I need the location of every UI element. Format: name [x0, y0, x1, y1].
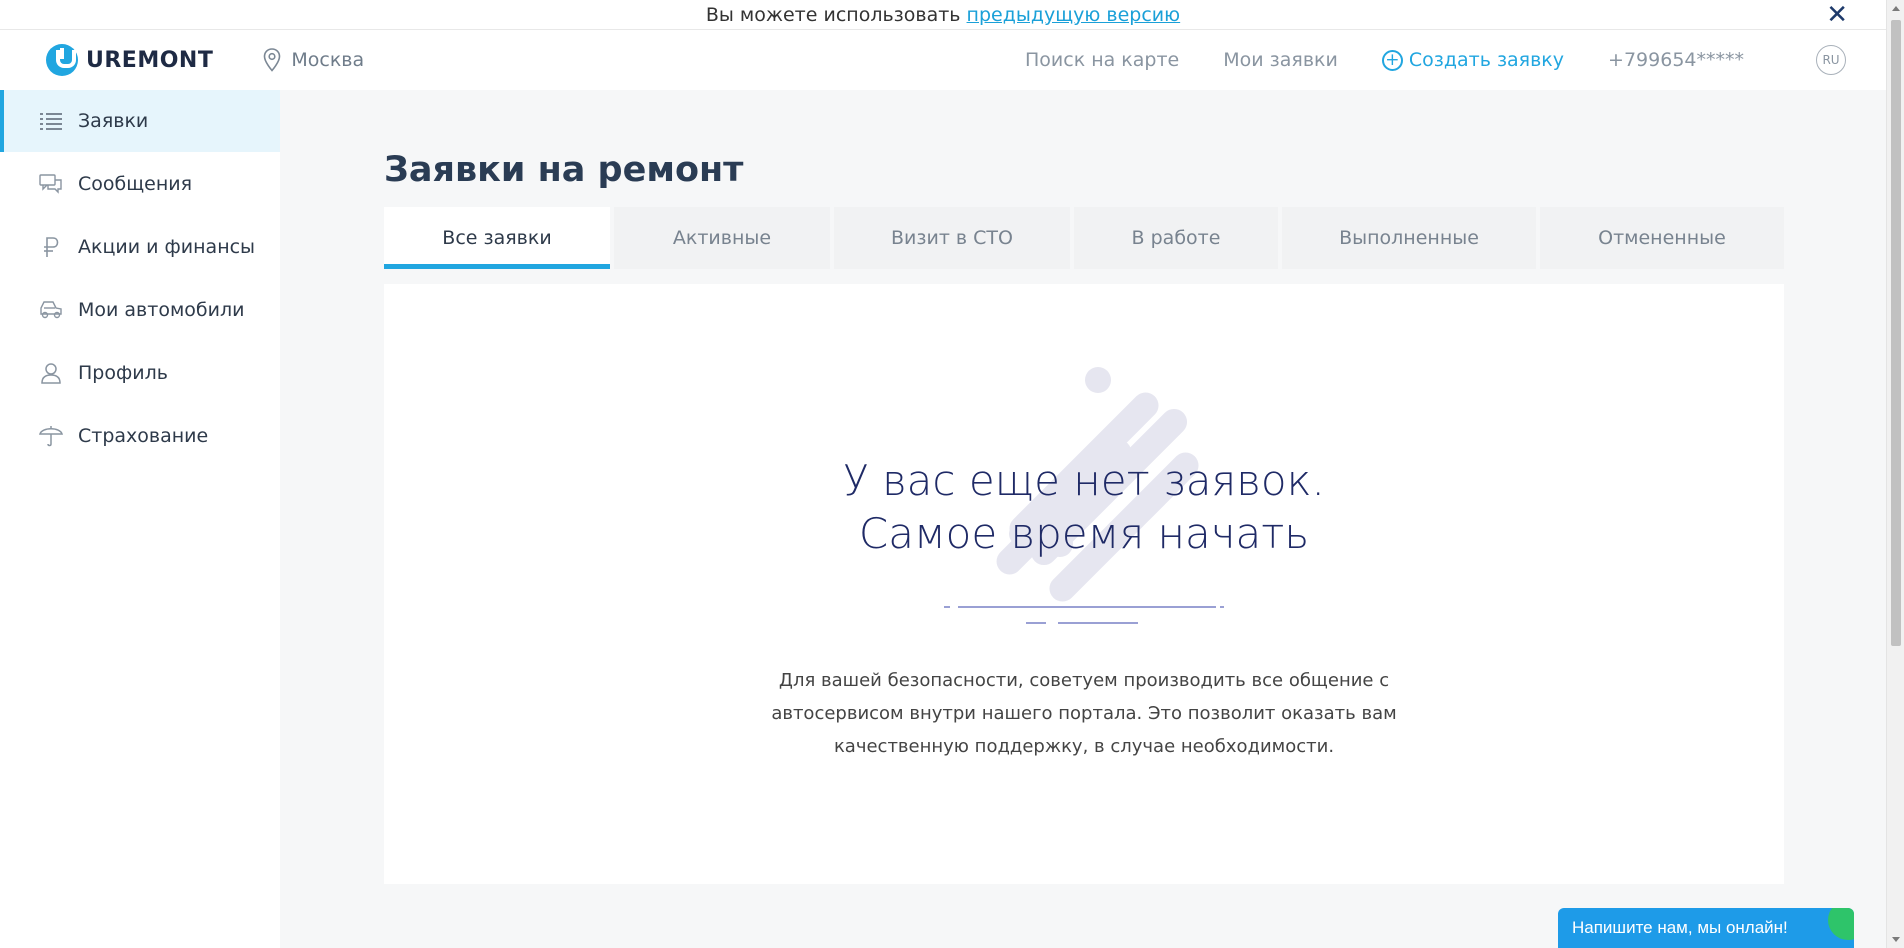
- empty-heading-line-1: У вас еще нет заявок.: [843, 456, 1325, 505]
- city-name: Москва: [291, 49, 365, 71]
- tab-label: Визит в СТО: [890, 227, 1013, 249]
- tab-label: Все заявки: [442, 227, 552, 249]
- logo-mark-icon: [46, 44, 78, 76]
- tab-completed[interactable]: Выполненные: [1282, 207, 1536, 269]
- empty-state-heading: У вас еще нет заявок. Самое время начать: [384, 454, 1784, 560]
- sidebar-item-my-cars[interactable]: Мои автомобили: [0, 279, 280, 341]
- tab-cancelled[interactable]: Отмененные: [1540, 207, 1784, 269]
- create-request-button[interactable]: + Создать заявку: [1381, 49, 1565, 71]
- security-note-line-3: качественную поддержку, в случае необход…: [833, 736, 1335, 757]
- sidebar-item-label: Мои автомобили: [78, 299, 245, 321]
- tab-label: Отмененные: [1598, 227, 1726, 249]
- plus-circle-icon: +: [1381, 49, 1403, 71]
- tab-label: Выполненные: [1339, 227, 1479, 249]
- user-icon: [38, 360, 64, 386]
- chat-label: Напишите нам, мы онлайн!: [1572, 918, 1788, 937]
- sidebar: Заявки Сообщения Акции и финансы Мои авт…: [0, 90, 280, 948]
- previous-version-link[interactable]: предыдущую версию: [967, 4, 1181, 26]
- request-status-tabs: Все заявки Активные Визит в СТО В работе…: [384, 207, 1784, 269]
- sidebar-item-label: Страхование: [78, 425, 209, 447]
- sidebar-item-requests[interactable]: Заявки: [0, 90, 280, 152]
- create-request-label: Создать заявку: [1408, 49, 1565, 71]
- security-note-line-2: автосервисом внутри нашего портала. Это …: [771, 703, 1397, 724]
- online-indicator-icon: [1828, 908, 1854, 940]
- notice-text: Вы можете использовать: [705, 4, 967, 26]
- tab-service-visit[interactable]: Визит в СТО: [834, 207, 1070, 269]
- live-chat-button[interactable]: Напишите нам, мы онлайн!: [1558, 908, 1854, 948]
- header: UREMONT Москва Поиск на карте Мои заявки…: [0, 30, 1886, 90]
- sidebar-item-label: Акции и финансы: [78, 236, 256, 258]
- scroll-up-arrow-icon[interactable]: [1892, 6, 1900, 11]
- tab-label: В работе: [1131, 227, 1221, 249]
- tab-in-progress[interactable]: В работе: [1074, 207, 1278, 269]
- close-icon[interactable]: ✕: [1826, 0, 1848, 30]
- sidebar-item-label: Заявки: [78, 110, 149, 132]
- top-nav: Поиск на карте Мои заявки + Создать заяв…: [981, 45, 1846, 75]
- sidebar-item-label: Профиль: [78, 362, 168, 384]
- language-switcher[interactable]: RU: [1816, 45, 1846, 75]
- security-note: Для вашей безопасности, советуем произво…: [384, 664, 1784, 763]
- sidebar-item-insurance[interactable]: Страхование: [0, 405, 280, 467]
- sidebar-item-profile[interactable]: Профиль: [0, 342, 280, 404]
- empty-state-panel: У вас еще нет заявок. Самое время начать…: [384, 284, 1784, 884]
- ruble-icon: [38, 234, 64, 260]
- location-pin-icon: [264, 48, 281, 72]
- list-icon: [38, 108, 64, 134]
- logo-text: UREMONT: [86, 47, 214, 73]
- tab-active[interactable]: Активные: [614, 207, 830, 269]
- page-scrollbar[interactable]: [1886, 0, 1904, 948]
- map-search-link[interactable]: Поиск на карте: [1025, 49, 1179, 71]
- sidebar-item-promos-finance[interactable]: Акции и финансы: [0, 216, 280, 278]
- page-title: Заявки на ремонт: [384, 150, 744, 190]
- city-selector[interactable]: Москва: [263, 48, 364, 72]
- sidebar-item-messages[interactable]: Сообщения: [0, 153, 280, 215]
- chat-bubbles-icon: [38, 171, 64, 197]
- security-note-line-1: Для вашей безопасности, советуем произво…: [778, 670, 1390, 691]
- version-notice-banner: Вы можете использовать предыдущую версию…: [0, 0, 1886, 30]
- decorative-underline: [944, 606, 1224, 624]
- sidebar-item-label: Сообщения: [78, 173, 193, 195]
- phone-number[interactable]: +799654*****: [1608, 49, 1744, 71]
- car-icon: [38, 297, 64, 323]
- scroll-down-arrow-icon[interactable]: [1892, 937, 1900, 942]
- empty-heading-line-2: Самое время начать: [858, 509, 1310, 558]
- umbrella-icon: [38, 423, 64, 449]
- tab-label: Активные: [672, 227, 772, 249]
- tab-all-requests[interactable]: Все заявки: [384, 207, 610, 269]
- scrollbar-thumb[interactable]: [1891, 20, 1901, 646]
- my-requests-link[interactable]: Мои заявки: [1223, 49, 1338, 71]
- logo[interactable]: UREMONT: [46, 44, 213, 76]
